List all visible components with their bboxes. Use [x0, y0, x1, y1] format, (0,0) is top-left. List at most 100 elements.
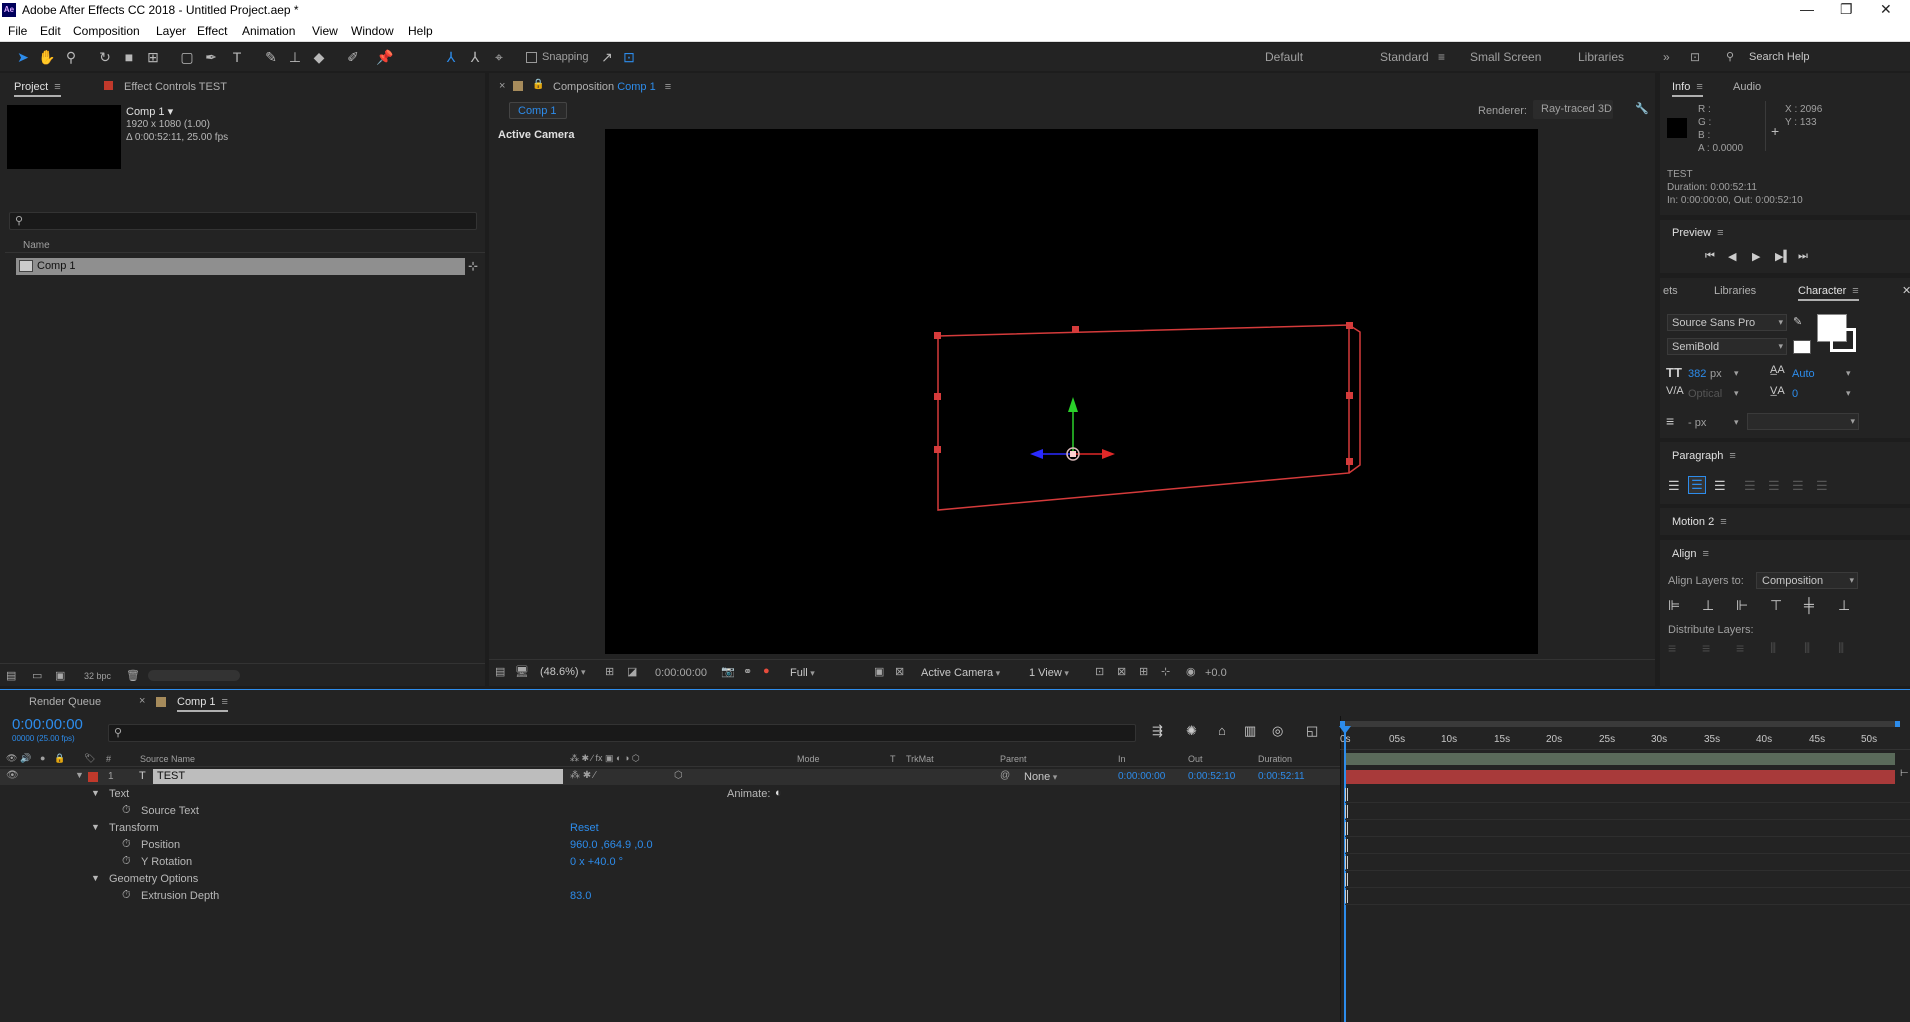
menu-effect[interactable]: Effect	[197, 24, 227, 38]
selection-tool-icon[interactable]: ➤	[14, 48, 32, 66]
interpret-footage-icon[interactable]: ▤	[6, 669, 16, 682]
restore-icon[interactable]: ❐	[1840, 1, 1853, 18]
panel-menu-icon[interactable]: ≡	[1717, 227, 1723, 239]
renderer-options-icon[interactable]: 🔧	[1635, 102, 1649, 115]
layer-label-color[interactable]	[88, 772, 98, 782]
menu-composition[interactable]: Composition	[73, 24, 140, 38]
leading-value[interactable]: Auto	[1792, 368, 1815, 380]
tab-effects[interactable]: ets	[1663, 285, 1678, 297]
project-bit-depth[interactable]: 32 bpc	[84, 671, 111, 681]
twirl-down-icon[interactable]: ▼	[91, 873, 100, 883]
channel-icon[interactable]: ●	[763, 665, 770, 677]
menu-edit[interactable]: Edit	[40, 24, 61, 38]
type-tool-icon[interactable]: T	[228, 48, 246, 66]
monitor-icon[interactable]: 🖥	[515, 665, 529, 678]
transform-reset-link[interactable]: Reset	[570, 822, 599, 834]
time-navigator[interactable]	[1340, 721, 1900, 727]
close-tab-icon[interactable]: ×	[139, 695, 145, 707]
align-vertical-center-icon[interactable]: ╪	[1804, 597, 1814, 613]
y-rotation-value[interactable]: 0 x +40.0 °	[570, 856, 623, 868]
new-composition-icon[interactable]: ▣	[55, 669, 65, 682]
workspace-libraries[interactable]: Libraries	[1578, 50, 1624, 64]
tab-libraries[interactable]: Libraries	[1714, 285, 1756, 297]
property-row-y-rotation[interactable]: ⏱ Y Rotation 0 x +40.0 °	[0, 854, 1340, 871]
timeline-icon[interactable]: ⊞	[1139, 665, 1148, 678]
video-switch-icon[interactable]: 👁	[6, 753, 17, 764]
property-row-transform[interactable]: ▼ Transform Reset	[0, 820, 1340, 837]
font-size-value[interactable]: 382	[1688, 368, 1706, 380]
align-top-edges-icon[interactable]: ⊤	[1770, 597, 1782, 614]
brush-tool-icon[interactable]: ✎	[262, 48, 280, 66]
tracking-value[interactable]: 0	[1792, 388, 1798, 400]
align-right-edges-icon[interactable]: ⊩	[1736, 597, 1748, 614]
position-value[interactable]: 960.0 ,664.9 ,0.0	[570, 839, 653, 851]
animate-menu-icon[interactable]: ◐	[775, 787, 782, 799]
resolution-dropdown[interactable]: Full	[790, 667, 858, 679]
column-source-name[interactable]: Source Name	[140, 754, 195, 764]
pixel-aspect-icon[interactable]: ⊡	[1095, 665, 1104, 678]
stroke-color-swatch[interactable]	[1830, 328, 1856, 352]
align-horizontal-center-icon[interactable]: ⊥	[1702, 597, 1714, 614]
viewer-timecode[interactable]: 0:00:00:00	[655, 667, 707, 679]
pen-tool-icon[interactable]: ✒	[202, 48, 220, 66]
camera-tool-icon[interactable]: ■	[120, 48, 138, 66]
work-area-bar[interactable]	[1345, 753, 1895, 765]
align-center-icon[interactable]: ☰	[1688, 476, 1706, 494]
tab-character[interactable]: Character ≡	[1798, 285, 1859, 301]
layer-out-point[interactable]: 0:00:52:10	[1188, 771, 1235, 782]
align-left-icon[interactable]: ☰	[1668, 478, 1680, 494]
close-tab-icon[interactable]: ×	[499, 80, 505, 92]
lock-switch-icon[interactable]: 🔒	[54, 753, 65, 764]
property-row-extrusion-depth[interactable]: ⏱ Extrusion Depth 83.0	[0, 888, 1340, 905]
magnification-dropdown[interactable]: (48.6%)	[540, 666, 586, 678]
current-time-display[interactable]: 0:00:00:00	[12, 716, 83, 733]
twirl-down-icon[interactable]: ▼	[91, 788, 100, 798]
pick-whip-icon[interactable]: @	[1000, 770, 1010, 781]
pan-behind-tool-icon[interactable]: ⊞	[144, 48, 162, 66]
tab-composition[interactable]: Composition Comp 1 ≡	[553, 81, 671, 93]
tab-project[interactable]: Project ≡	[14, 81, 61, 97]
snapping-checkbox[interactable]	[526, 52, 537, 63]
timeline-search-input[interactable]: ⚲	[108, 724, 1136, 742]
show-snapshot-icon[interactable]: ⚭	[743, 665, 752, 678]
align-bottom-edges-icon[interactable]: ⊥	[1838, 597, 1850, 614]
tab-info[interactable]: Info ≡	[1672, 81, 1703, 97]
switches-icon[interactable]: ⁂ ✱ ∕ fx ▣ ◐ ◑ ⬡	[570, 753, 640, 764]
world-axis-mode-icon[interactable]: ⅄	[466, 48, 484, 66]
stopwatch-icon[interactable]: ⏱	[122, 838, 131, 851]
chevron-down-icon[interactable]: ▾	[1846, 368, 1851, 379]
close-panel-icon[interactable]: ✕	[1902, 284, 1910, 297]
fast-previews-icon[interactable]: ⊠	[1117, 665, 1126, 678]
reset-exposure-icon[interactable]: ◉	[1186, 665, 1196, 678]
rectangle-tool-icon[interactable]: ▢	[178, 48, 196, 66]
layer-duration[interactable]: 0:00:52:11	[1258, 771, 1305, 782]
column-duration[interactable]: Duration	[1258, 754, 1292, 764]
close-icon[interactable]: ✕	[1880, 1, 1892, 18]
lock-icon[interactable]: 🔒	[532, 79, 544, 90]
menu-animation[interactable]: Animation	[242, 24, 295, 38]
search-help-panel-icon[interactable]: ⊡	[1690, 50, 1700, 64]
tab-effect-controls[interactable]: Effect Controls TEST	[124, 81, 227, 93]
parent-dropdown[interactable]: None	[1024, 771, 1106, 783]
layer-duration-bar[interactable]	[1345, 770, 1895, 784]
project-item-row[interactable]: Comp 1	[16, 258, 465, 275]
align-right-icon[interactable]: ☰	[1714, 478, 1726, 494]
motion-title[interactable]: Motion 2 ≡	[1672, 516, 1727, 528]
panel-menu-icon[interactable]: ≡	[1720, 516, 1726, 528]
font-style-dropdown[interactable]: SemiBold ▾	[1667, 338, 1787, 355]
last-frame-icon[interactable]: ⏭	[1798, 250, 1808, 263]
first-frame-icon[interactable]: ⏮	[1705, 250, 1715, 263]
chevron-down-icon[interactable]: ▾	[1846, 388, 1851, 399]
local-axis-mode-icon[interactable]: ⅄	[442, 48, 460, 66]
frame-blending-icon[interactable]: ▥	[1244, 723, 1256, 739]
menu-file[interactable]: File	[8, 24, 27, 38]
snapshot-icon[interactable]: 📷	[721, 665, 735, 678]
always-preview-icon[interactable]: ▤	[495, 665, 505, 678]
trash-icon[interactable]: 🗑	[126, 669, 140, 682]
layer-name[interactable]: TEST	[153, 769, 563, 784]
column-trkmat[interactable]: TrkMat	[906, 754, 934, 764]
menu-help[interactable]: Help	[408, 24, 433, 38]
layer-in-point[interactable]: 0:00:00:00	[1118, 771, 1165, 782]
audio-switch-icon[interactable]: 🔊	[20, 753, 31, 764]
snap-features-icon[interactable]: ⊡	[620, 48, 638, 66]
